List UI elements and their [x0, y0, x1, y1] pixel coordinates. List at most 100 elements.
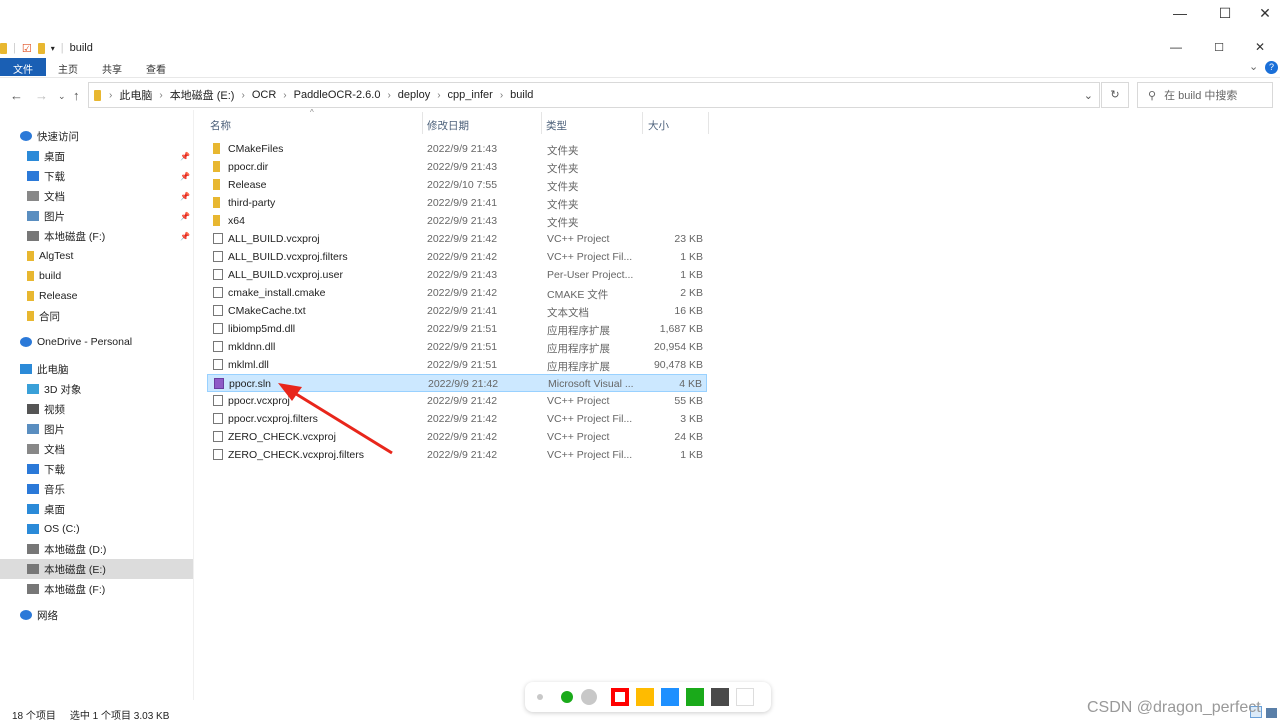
color-swatch[interactable] [636, 688, 654, 706]
sidebar-item[interactable]: 本地磁盘 (F:) [0, 579, 193, 599]
column-header-date[interactable]: 修改日期 [427, 116, 469, 134]
sidebar-item[interactable]: 文档 [0, 439, 193, 459]
file-row[interactable]: Release 2022/9/10 7:55 文件夹 [207, 176, 707, 194]
window-minimize-button[interactable]: — [1160, 0, 1200, 26]
forward-button[interactable]: → [35, 88, 48, 103]
refresh-button[interactable]: ↻ [1101, 82, 1129, 108]
recent-dropdown-button[interactable]: ⌄ [58, 91, 66, 102]
sidebar-item[interactable]: 图片 📌 [0, 206, 193, 226]
pin-icon[interactable]: 📌 [180, 152, 190, 161]
file-row[interactable]: ALL_BUILD.vcxproj 2022/9/9 21:42 VC++ Proj… [207, 230, 707, 248]
back-button[interactable]: ← [10, 88, 23, 103]
color-swatch[interactable] [736, 688, 754, 706]
file-row[interactable]: CMakeCache.txt 2022/9/9 21:41 文本文档 16 KB [207, 302, 707, 320]
file-row[interactable]: ALL_BUILD.vcxproj.user 2022/9/9 21:43 Per-… [207, 266, 707, 284]
up-button[interactable]: ↑ [73, 88, 80, 103]
file-row[interactable]: mkldnn.dll 2022/9/9 21:51 应用程序扩展 20,954 KB [207, 338, 707, 356]
sidebar-item[interactable]: OS (C:) [0, 519, 193, 539]
file-row[interactable]: third-party 2022/9/9 21:41 文件夹 [207, 194, 707, 212]
window-close-button[interactable]: ✕ [1245, 0, 1280, 26]
breadcrumb-item[interactable]: OCR [249, 89, 279, 101]
column-header-size[interactable]: 大小 [648, 116, 669, 134]
sidebar-item[interactable]: 3D 对象 [0, 379, 193, 399]
column-divider[interactable] [708, 112, 709, 134]
breadcrumb-item[interactable]: deploy [395, 89, 433, 101]
help-icon[interactable]: ? [1265, 61, 1278, 74]
sidebar-item[interactable]: 桌面 [0, 499, 193, 519]
file-row[interactable]: ppocr.dir 2022/9/9 21:43 文件夹 [207, 158, 707, 176]
pin-icon[interactable]: 📌 [180, 172, 190, 181]
pin-icon[interactable]: 📌 [180, 212, 190, 221]
breadcrumb-item[interactable]: cpp_infer [445, 89, 496, 101]
search-input[interactable]: ⚲ 在 build 中搜索 [1137, 82, 1273, 108]
breadcrumb-item[interactable]: 本地磁盘 (E:) [167, 87, 238, 103]
chevron-right-icon[interactable]: › [496, 90, 507, 101]
pen-size-large[interactable] [581, 689, 597, 705]
breadcrumb-item[interactable]: PaddleOCR-2.6.0 [291, 89, 384, 101]
close-button[interactable]: ✕ [1240, 34, 1280, 60]
file-row[interactable]: mklml.dll 2022/9/9 21:51 应用程序扩展 90,478 KB [207, 356, 707, 374]
sidebar-item[interactable]: 视频 [0, 399, 193, 419]
column-divider[interactable] [422, 112, 423, 134]
pin-icon[interactable]: 📌 [180, 192, 190, 201]
minimize-button[interactable]: — [1156, 34, 1196, 60]
column-header-type[interactable]: 类型 [546, 116, 567, 134]
ribbon-expand-icon[interactable]: ⌄ [1249, 60, 1258, 73]
sidebar-item[interactable]: 文档 📌 [0, 186, 193, 206]
file-row[interactable]: cmake_install.cmake 2022/9/9 21:42 CMAKE 文… [207, 284, 707, 302]
breadcrumb-item[interactable]: build [507, 89, 536, 101]
color-swatch[interactable] [661, 688, 679, 706]
large-icons-view-button[interactable] [1266, 708, 1277, 718]
sidebar-item[interactable]: 本地磁盘 (D:) [0, 539, 193, 559]
color-swatch[interactable] [686, 688, 704, 706]
sidebar-item[interactable]: 此电脑 [0, 359, 193, 379]
address-history-dropdown[interactable]: ⌄ [1084, 89, 1093, 102]
pin-icon[interactable]: 📌 [180, 232, 190, 241]
file-row[interactable]: CMakeFiles 2022/9/9 21:43 文件夹 [207, 140, 707, 158]
chevron-right-icon[interactable]: › [279, 90, 290, 101]
pen-size-medium[interactable] [561, 691, 573, 703]
sidebar-item[interactable]: 网络 [0, 605, 193, 625]
file-date: 2022/9/9 21:51 [427, 341, 498, 353]
sidebar-item[interactable]: build [0, 266, 193, 286]
properties-icon[interactable]: ☑ [22, 42, 32, 55]
sidebar-item[interactable]: 下载 📌 [0, 166, 193, 186]
tab-share[interactable]: 共享 [90, 58, 134, 76]
color-swatch[interactable] [711, 688, 729, 706]
sidebar-item[interactable]: 下载 [0, 459, 193, 479]
breadcrumb-item[interactable]: 此电脑 [116, 87, 155, 103]
tab-file[interactable]: 文件 [0, 58, 46, 76]
file-date: 2022/9/9 21:43 [427, 143, 498, 155]
sidebar-item[interactable]: 快速访问 [0, 126, 193, 146]
address-bar[interactable]: › 此电脑 › 本地磁盘 (E:) › OCR › PaddleOCR-2.6.0 › deplo… [88, 82, 1100, 108]
tab-view[interactable]: 查看 [134, 58, 178, 76]
file-row[interactable]: libiomp5md.dll 2022/9/9 21:51 应用程序扩展 1,687 … [207, 320, 707, 338]
file-row[interactable]: x64 2022/9/9 21:43 文件夹 [207, 212, 707, 230]
column-header-name[interactable]: 名称 [210, 116, 231, 134]
chevron-right-icon[interactable]: › [237, 90, 248, 101]
chevron-right-icon[interactable]: › [105, 90, 116, 101]
chevron-right-icon[interactable]: › [155, 90, 166, 101]
sidebar-item[interactable]: 本地磁盘 (F:) 📌 [0, 226, 193, 246]
customize-dropdown-icon[interactable]: ▾ [51, 44, 55, 53]
sidebar-item[interactable]: Release [0, 286, 193, 306]
sidebar-item[interactable]: 图片 [0, 419, 193, 439]
sidebar-item[interactable]: OneDrive - Personal [0, 332, 193, 352]
maximize-button[interactable]: ☐ [1199, 34, 1239, 60]
chevron-right-icon[interactable]: › [433, 90, 444, 101]
sidebar-item[interactable]: 本地磁盘 (E:) [0, 559, 193, 579]
new-folder-icon[interactable] [37, 42, 45, 54]
sidebar-item[interactable]: 音乐 [0, 479, 193, 499]
column-divider[interactable] [642, 112, 643, 134]
pen-size-small[interactable] [537, 694, 543, 700]
column-divider[interactable] [541, 112, 542, 134]
sidebar-item[interactable]: AlgTest [0, 246, 193, 266]
file-row[interactable]: ALL_BUILD.vcxproj.filters 2022/9/9 21:42 V… [207, 248, 707, 266]
chevron-right-icon[interactable]: › [383, 90, 394, 101]
file-size: 2 KB [680, 287, 703, 299]
tab-home[interactable]: 主页 [46, 58, 90, 76]
color-swatch[interactable] [611, 688, 629, 706]
window-maximize-button[interactable]: ☐ [1205, 0, 1245, 26]
sidebar-item[interactable]: 桌面 📌 [0, 146, 193, 166]
sidebar-item[interactable]: 合同 [0, 306, 193, 326]
